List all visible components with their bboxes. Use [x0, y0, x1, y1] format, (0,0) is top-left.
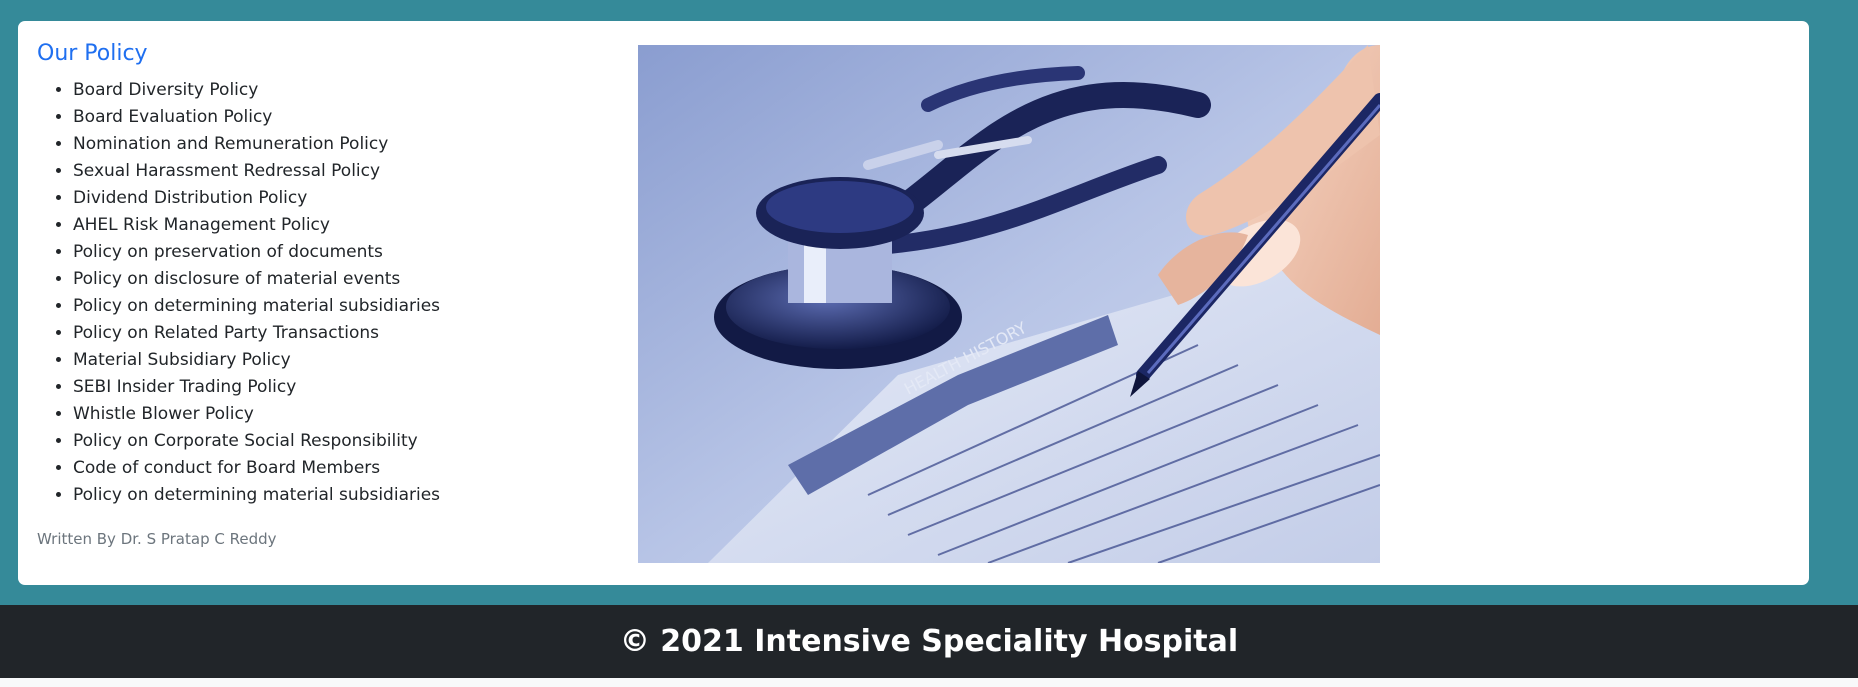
- policy-item-material-subsidiary[interactable]: Material Subsidiary Policy: [73, 347, 597, 374]
- policy-item-risk-management[interactable]: AHEL Risk Management Policy: [73, 212, 597, 239]
- policy-item-material-subsidiaries[interactable]: Policy on determining material subsidiar…: [73, 293, 597, 320]
- policy-item-disclosure-events[interactable]: Policy on disclosure of material events: [73, 266, 597, 293]
- author-credit: Written By Dr. S Pratap C Reddy: [37, 530, 277, 548]
- stethoscope-document-illustration: HEALTH HISTORY: [638, 45, 1380, 563]
- policy-item-material-subsidiaries-2[interactable]: Policy on determining material subsidiar…: [73, 482, 597, 509]
- policy-item-insider-trading[interactable]: SEBI Insider Trading Policy: [73, 374, 597, 401]
- policy-item-preservation-documents[interactable]: Policy on preservation of documents: [73, 239, 597, 266]
- policy-card: Our Policy Board Diversity Policy Board …: [18, 21, 1809, 585]
- policy-list: Board Diversity Policy Board Evaluation …: [37, 77, 597, 509]
- policy-item-whistle-blower[interactable]: Whistle Blower Policy: [73, 401, 597, 428]
- policy-title: Our Policy: [37, 41, 148, 66]
- policy-item-board-diversity[interactable]: Board Diversity Policy: [73, 77, 597, 104]
- site-footer: © 2021 Intensive Speciality Hospital: [0, 605, 1858, 678]
- policy-column: Our Policy Board Diversity Policy Board …: [37, 41, 597, 509]
- policy-item-board-evaluation[interactable]: Board Evaluation Policy: [73, 104, 597, 131]
- policy-item-dividend-distribution[interactable]: Dividend Distribution Policy: [73, 185, 597, 212]
- policy-item-sexual-harassment[interactable]: Sexual Harassment Redressal Policy: [73, 158, 597, 185]
- policy-item-nomination-remuneration[interactable]: Nomination and Remuneration Policy: [73, 131, 597, 158]
- policy-item-code-of-conduct[interactable]: Code of conduct for Board Members: [73, 455, 597, 482]
- bottom-strip: [0, 678, 1858, 687]
- copyright-text: © 2021 Intensive Speciality Hospital: [619, 624, 1239, 659]
- policy-item-related-party[interactable]: Policy on Related Party Transactions: [73, 320, 597, 347]
- hero-image: HEALTH HISTORY: [638, 45, 1380, 563]
- policy-item-csr[interactable]: Policy on Corporate Social Responsibilit…: [73, 428, 597, 455]
